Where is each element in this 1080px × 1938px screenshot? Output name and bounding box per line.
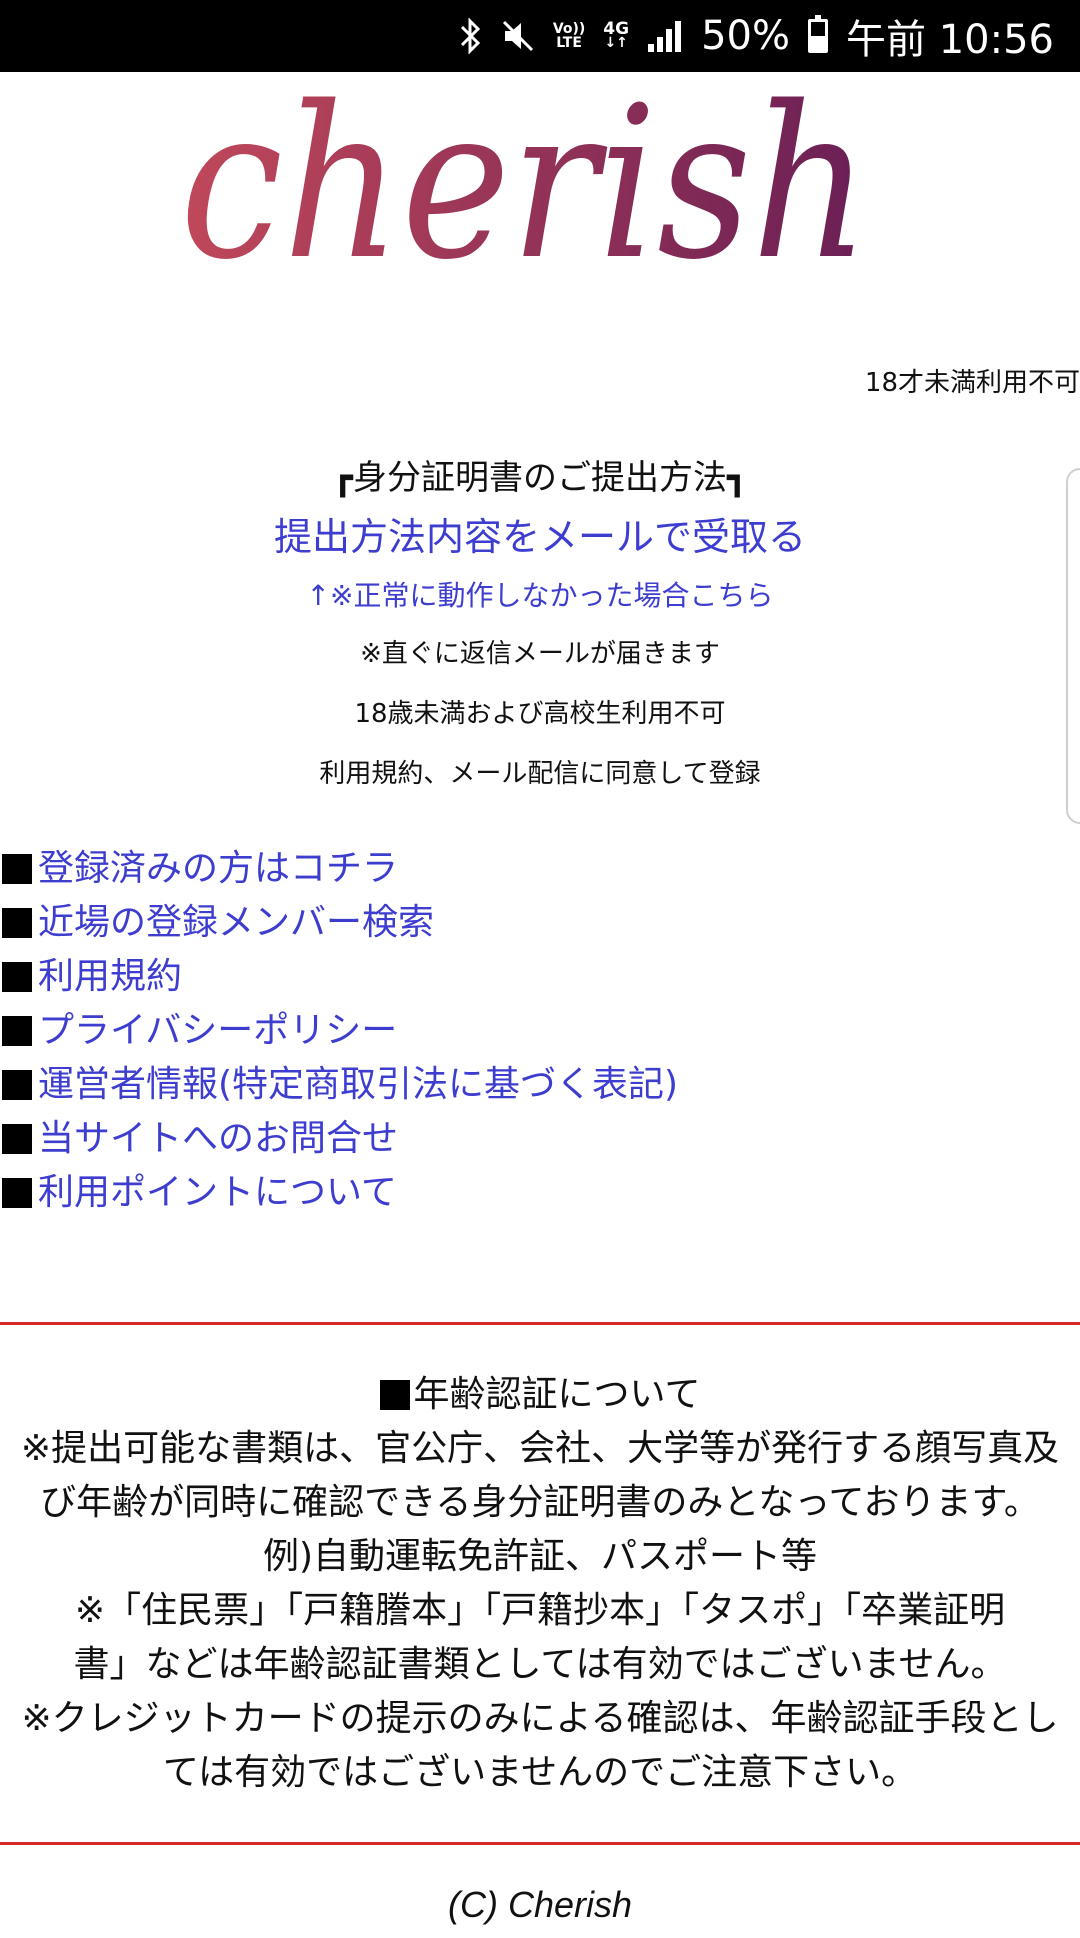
- age-text-line: ※「住民票」「戸籍謄本」「戸籍抄本」「タスポ」「卒業証明: [74, 1590, 1006, 1631]
- menu-item-member-search[interactable]: 近場の登録メンバー検索: [2, 896, 678, 950]
- age-text-line: ※クレジットカードの提示のみによる確認は、年齢認証手段とし: [21, 1698, 1059, 1739]
- divider-top: [0, 1322, 1080, 1325]
- reply-note: ※直ぐに返信メールが届きます: [360, 639, 720, 669]
- age-text-line: 書」などは年齢認証書類としては有効ではございません。: [73, 1644, 1007, 1685]
- clock: 午前 10:56: [846, 17, 1054, 63]
- battery-level: [811, 36, 825, 50]
- menu-item-label[interactable]: 利用ポイントについて: [38, 1166, 397, 1220]
- menu-item-label[interactable]: 利用規約: [38, 950, 182, 1004]
- menu-item-contact[interactable]: 当サイトへのお問合せ: [2, 1112, 678, 1166]
- age-text-line: ては有効ではございませんのでご注意下さい。: [162, 1752, 918, 1793]
- age-text-line: 例)自動運転免許証、パスポート等: [262, 1536, 818, 1577]
- battery-icon: [808, 15, 828, 53]
- age-restriction-note: 18才未満利用不可: [864, 368, 1080, 398]
- bullet-square-icon: [2, 1070, 32, 1100]
- bullet-square-icon: [2, 1124, 32, 1154]
- fallback-link[interactable]: ↑※正常に動作しなかった場合こちら: [0, 568, 1080, 624]
- signal-icon: [647, 20, 683, 52]
- bullet-square-icon: [2, 908, 32, 938]
- submission-section: ┏身分証明書のご提出方法┓ 提出方法内容をメールで受取る ↑※正常に動作しなかっ…: [0, 450, 1080, 804]
- age-verification-section: 年齢認証について ※提出可能な書類は、官公庁、会社、大学等が発行する顔写真及 び…: [0, 1368, 1080, 1800]
- bullet-square-icon: [2, 962, 32, 992]
- menu-item-operator-info[interactable]: 運営者情報(特定商取引法に基づく表記): [2, 1058, 678, 1112]
- bullet-square-icon: [2, 1016, 32, 1046]
- menu-item-terms[interactable]: 利用規約: [2, 950, 678, 1004]
- menu-item-label[interactable]: プライバシーポリシー: [38, 1004, 397, 1058]
- age-verification-heading: 年齢認証について: [0, 1368, 1080, 1422]
- menu-item-label[interactable]: 当サイトへのお問合せ: [38, 1112, 398, 1166]
- copyright-footer: (C) Cherish: [447, 1884, 633, 1925]
- cherish-logo[interactable]: cherish: [180, 61, 880, 306]
- mute-icon: [501, 19, 535, 53]
- volte-icon: Vo)) LTE: [552, 21, 586, 51]
- network-4g-icon: 4G ↓↑: [603, 19, 630, 51]
- menu-item-label[interactable]: 近場の登録メンバー検索: [38, 896, 434, 950]
- age-text-line: ※提出可能な書類は、官公庁、会社、大学等が発行する顔写真及: [20, 1428, 1060, 1469]
- agreement-note: 利用規約、メール配信に同意して登録: [319, 759, 761, 789]
- status-bar: Vo)) LTE 4G ↓↑ 50% 午前 10:56: [0, 0, 1080, 72]
- bullet-square-icon: [2, 854, 32, 884]
- battery-percent: 50%: [701, 13, 790, 59]
- divider-bottom: [0, 1842, 1080, 1845]
- bluetooth-icon: [459, 18, 483, 54]
- bullet-square-icon: [379, 1380, 410, 1410]
- menu-item-login[interactable]: 登録済みの方はコチラ: [2, 842, 678, 896]
- age-text-line: び年齢が同時に確認できる身分証明書のみとなっております。: [40, 1482, 1040, 1523]
- menu-item-points[interactable]: 利用ポイントについて: [2, 1166, 678, 1220]
- logo-text: cherish: [180, 76, 870, 286]
- menu-list: 登録済みの方はコチラ 近場の登録メンバー検索 利用規約 プライバシーポリシー 運…: [2, 842, 678, 1220]
- bullet-square-icon: [2, 1178, 32, 1208]
- restriction-note: 18歳未満および高校生利用不可: [354, 699, 726, 729]
- menu-item-label[interactable]: 運営者情報(特定商取引法に基づく表記): [38, 1058, 678, 1112]
- menu-item-label[interactable]: 登録済みの方はコチラ: [38, 842, 398, 896]
- age-verification-title: 年齢認証について: [413, 1374, 701, 1415]
- menu-item-privacy[interactable]: プライバシーポリシー: [2, 1004, 678, 1058]
- submission-title: ┏身分証明書のご提出方法┓: [332, 458, 748, 498]
- email-instructions-link[interactable]: 提出方法内容をメールで受取る: [0, 506, 1080, 568]
